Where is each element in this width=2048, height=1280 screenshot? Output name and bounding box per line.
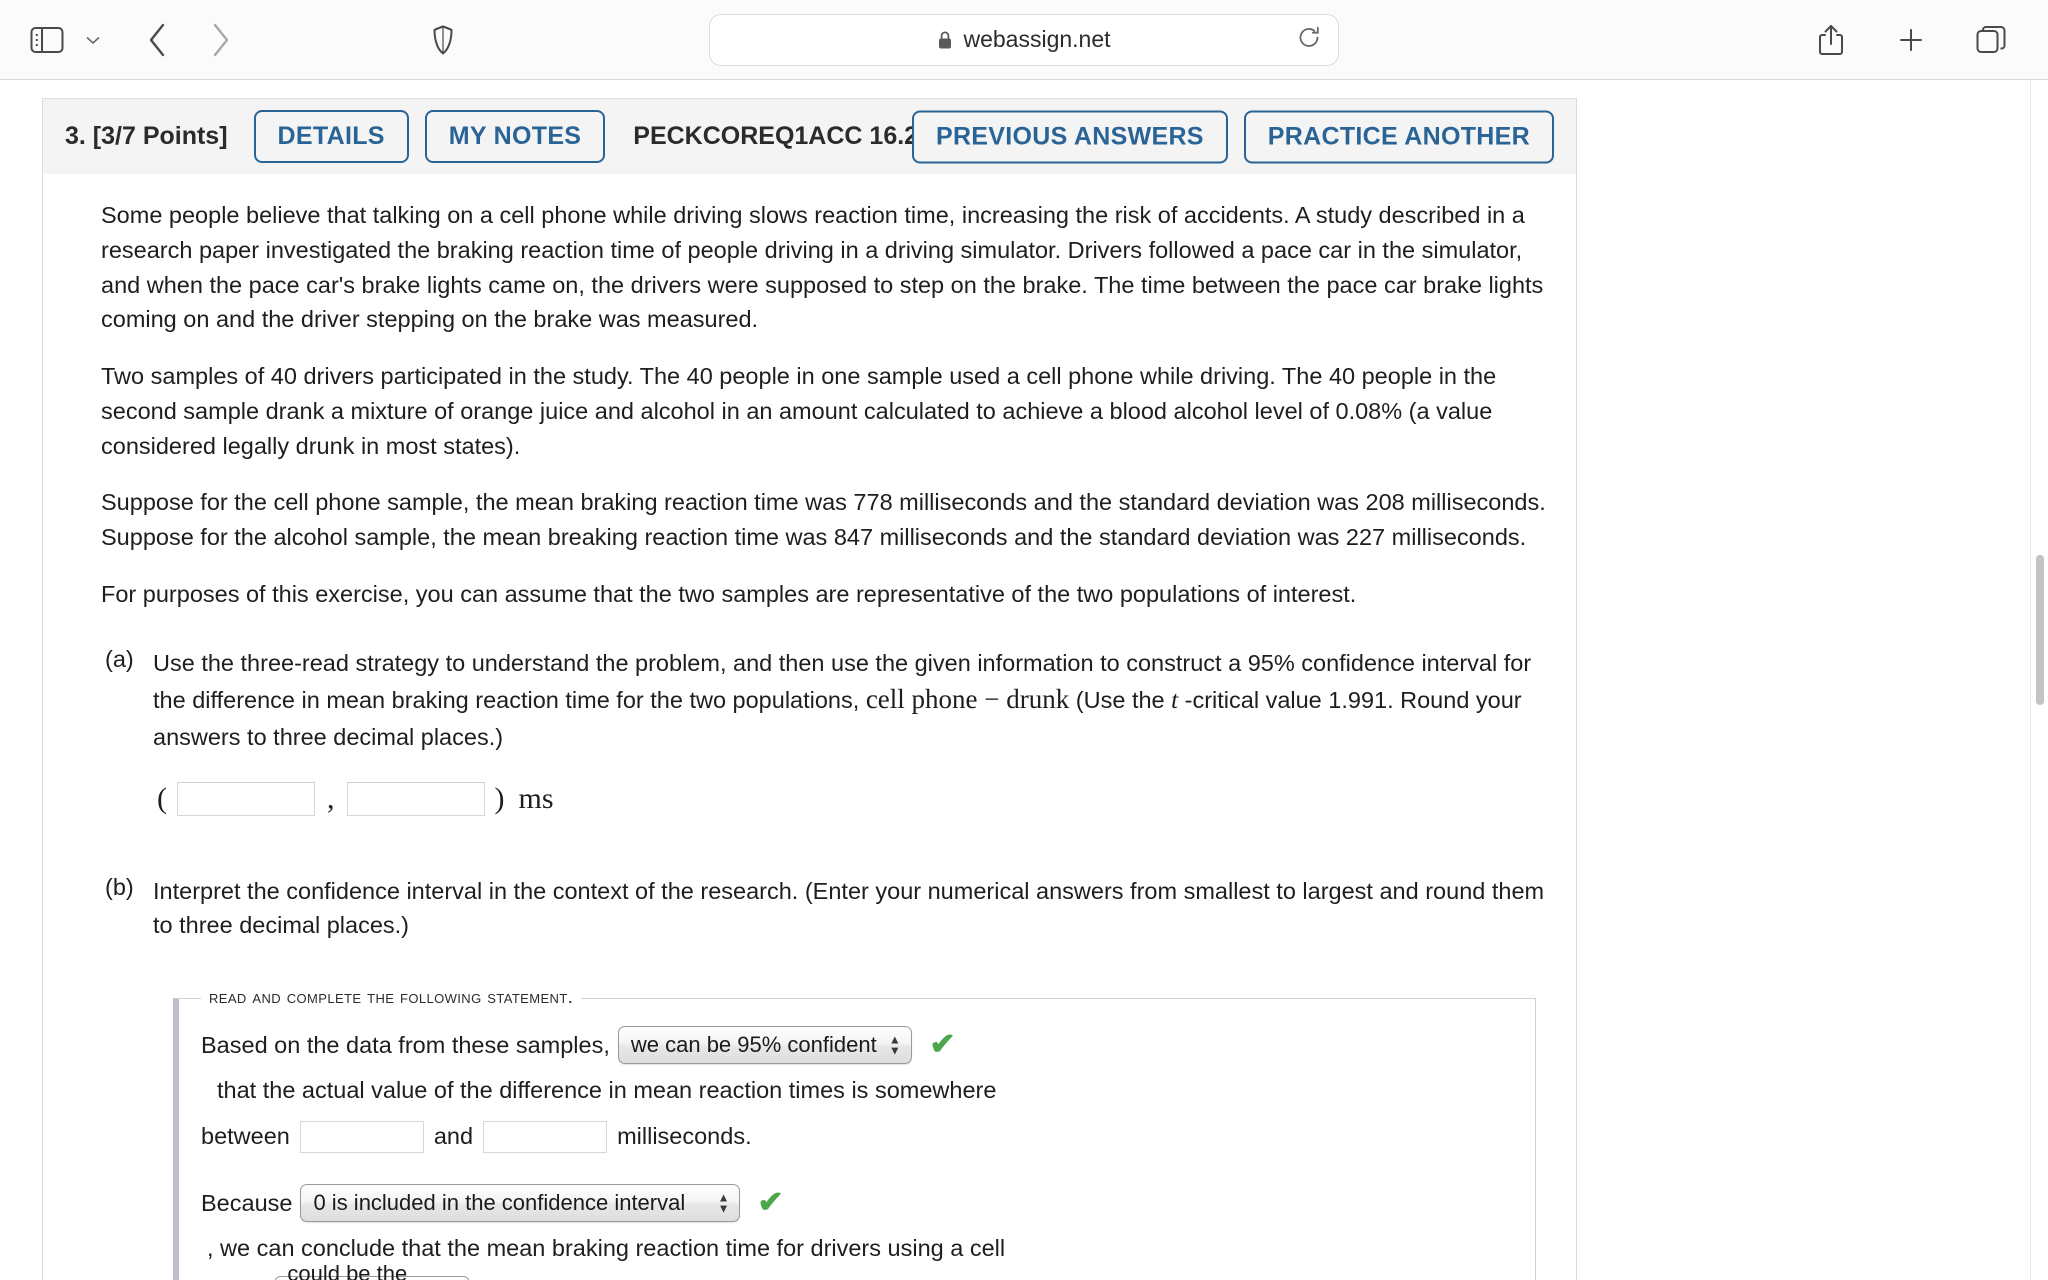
interval-upper-input[interactable] [483, 1120, 608, 1153]
back-arrow-icon[interactable] [130, 17, 186, 63]
details-button[interactable]: DETAILS [253, 110, 409, 163]
paragraph-statistics: Suppose for the cell phone sample, the m… [101, 489, 1546, 551]
toolbar-right-group [1808, 17, 2014, 63]
select-arrows-icon: ▲ ▼ [717, 1190, 730, 1216]
part-b-body: Interpret the confidence interval in the… [153, 874, 1550, 944]
assignment-content: 3. [3/7 Points] DETAILS MY NOTES PECKCOR… [42, 80, 1577, 1280]
statement-line-1: Based on the data from these samples, we… [201, 1023, 1515, 1112]
confidence-correct-check-icon: ✔ [929, 1028, 956, 1062]
part-a-expression: cell phone − drunk [865, 684, 1070, 715]
ci-upper-bound-input[interactable] [346, 782, 485, 817]
question-body: Some people believe that talking on a ce… [42, 174, 1577, 1280]
close-paren: ) [494, 782, 505, 816]
statement-line4-prefix: phone [201, 1272, 266, 1280]
statement-line2-suffix: milliseconds. [617, 1123, 752, 1150]
ci-lower-bound-input[interactable] [177, 782, 315, 817]
reload-icon[interactable] [1296, 24, 1322, 55]
toolbar-left-group [24, 17, 466, 63]
lock-icon [937, 30, 953, 50]
statement-line-4: phone could be the same as ▲▼ ✔ the mean… [201, 1261, 1515, 1280]
share-icon[interactable] [1808, 17, 1854, 63]
statement-wrapper: Read and complete the following statemen… [173, 987, 1536, 1280]
forward-arrow-icon[interactable] [192, 17, 248, 63]
part-b-text: Interpret the confidence interval in the… [153, 877, 1545, 939]
my-notes-button[interactable]: MY NOTES [424, 110, 606, 163]
open-paren: ( [157, 782, 167, 816]
confidence-level-select[interactable]: we can be 95% confident ▲ ▼ [617, 1026, 912, 1065]
answer-comma: , [327, 782, 335, 816]
statement-line2-prefix: between [201, 1123, 290, 1150]
part-a-label: (a) [105, 645, 134, 672]
statement-line4-suffix: the mean braking reaction time for drunk… [540, 1272, 1045, 1280]
statement-line1-prefix: Based on the data from these samples, [201, 1032, 610, 1059]
previous-answers-button[interactable]: PREVIOUS ANSWERS [911, 110, 1228, 163]
part-a-text-2: (Use the [1069, 687, 1172, 714]
reason-correct-check-icon: ✔ [757, 1186, 785, 1220]
statement-block-2: Because 0 is included in the confidence … [201, 1181, 1515, 1280]
plus-icon[interactable] [1888, 17, 1934, 63]
tab-overview-icon[interactable] [1968, 17, 2014, 63]
select-arrows-icon: ▲ ▼ [888, 1032, 901, 1058]
interval-lower-input[interactable] [299, 1120, 424, 1153]
reason-value: 0 is included in the confidence interval [313, 1190, 686, 1216]
question-number-points: 3. [3/7 Points] [65, 122, 228, 150]
paragraph-intro: Some people believe that talking on a ce… [101, 202, 1544, 333]
statement-line1-suffix: that the actual value of the difference … [217, 1076, 997, 1103]
practice-another-button[interactable]: PRACTICE ANOTHER [1243, 110, 1554, 163]
statement-line2-middle: and [433, 1123, 474, 1150]
part-a: (a) Use the three-read strategy to under… [101, 646, 1550, 822]
question-header: 3. [3/7 Points] DETAILS MY NOTES PECKCOR… [42, 98, 1577, 174]
part-a-answer-row: ( , ) ms [153, 777, 1550, 821]
scrollbar-thumb[interactable] [2036, 555, 2044, 705]
confidence-level-value: we can be 95% confident [630, 1032, 877, 1058]
page-scrollbar[interactable] [2030, 80, 2048, 1280]
statement-block-1: Based on the data from these samples, we… [201, 1023, 1515, 1159]
address-bar[interactable]: webassign.net [709, 13, 1339, 66]
reason-select[interactable]: 0 is included in the confidence interval… [300, 1184, 741, 1223]
statement-legend: Read and complete the following statemen… [209, 987, 574, 1009]
answer-unit: ms [518, 782, 554, 816]
page-viewport: 3. [3/7 Points] DETAILS MY NOTES PECKCOR… [0, 80, 2048, 1280]
sidebar-icon[interactable] [24, 17, 70, 63]
part-b: (b) Interpret the confidence interval in… [101, 874, 1550, 944]
part-a-body: Use the three-read strategy to understan… [153, 646, 1550, 822]
statement-line-2: between and milliseconds. [201, 1114, 1515, 1159]
address-bar-container: webassign.net [709, 13, 1339, 66]
conclusion-select[interactable]: could be the same as ▲▼ [274, 1261, 471, 1280]
paragraph-samples: Two samples of 40 drivers participated i… [101, 363, 1497, 459]
chevron-down-icon[interactable] [76, 17, 110, 63]
browser-toolbar: webassign.net [0, 0, 2048, 80]
shield-icon[interactable] [420, 17, 466, 63]
part-b-label: (b) [105, 873, 134, 900]
statement-line3-prefix: Because [201, 1189, 293, 1216]
statement-fieldset: Read and complete the following statemen… [173, 987, 1536, 1280]
conclusion-value: could be the same as [287, 1260, 408, 1280]
question-header-actions: PREVIOUS ANSWERS PRACTICE ANOTHER [911, 110, 1554, 163]
paragraph-assumption: For purposes of this exercise, you can a… [101, 580, 1357, 607]
address-bar-text: webassign.net [963, 26, 1111, 52]
